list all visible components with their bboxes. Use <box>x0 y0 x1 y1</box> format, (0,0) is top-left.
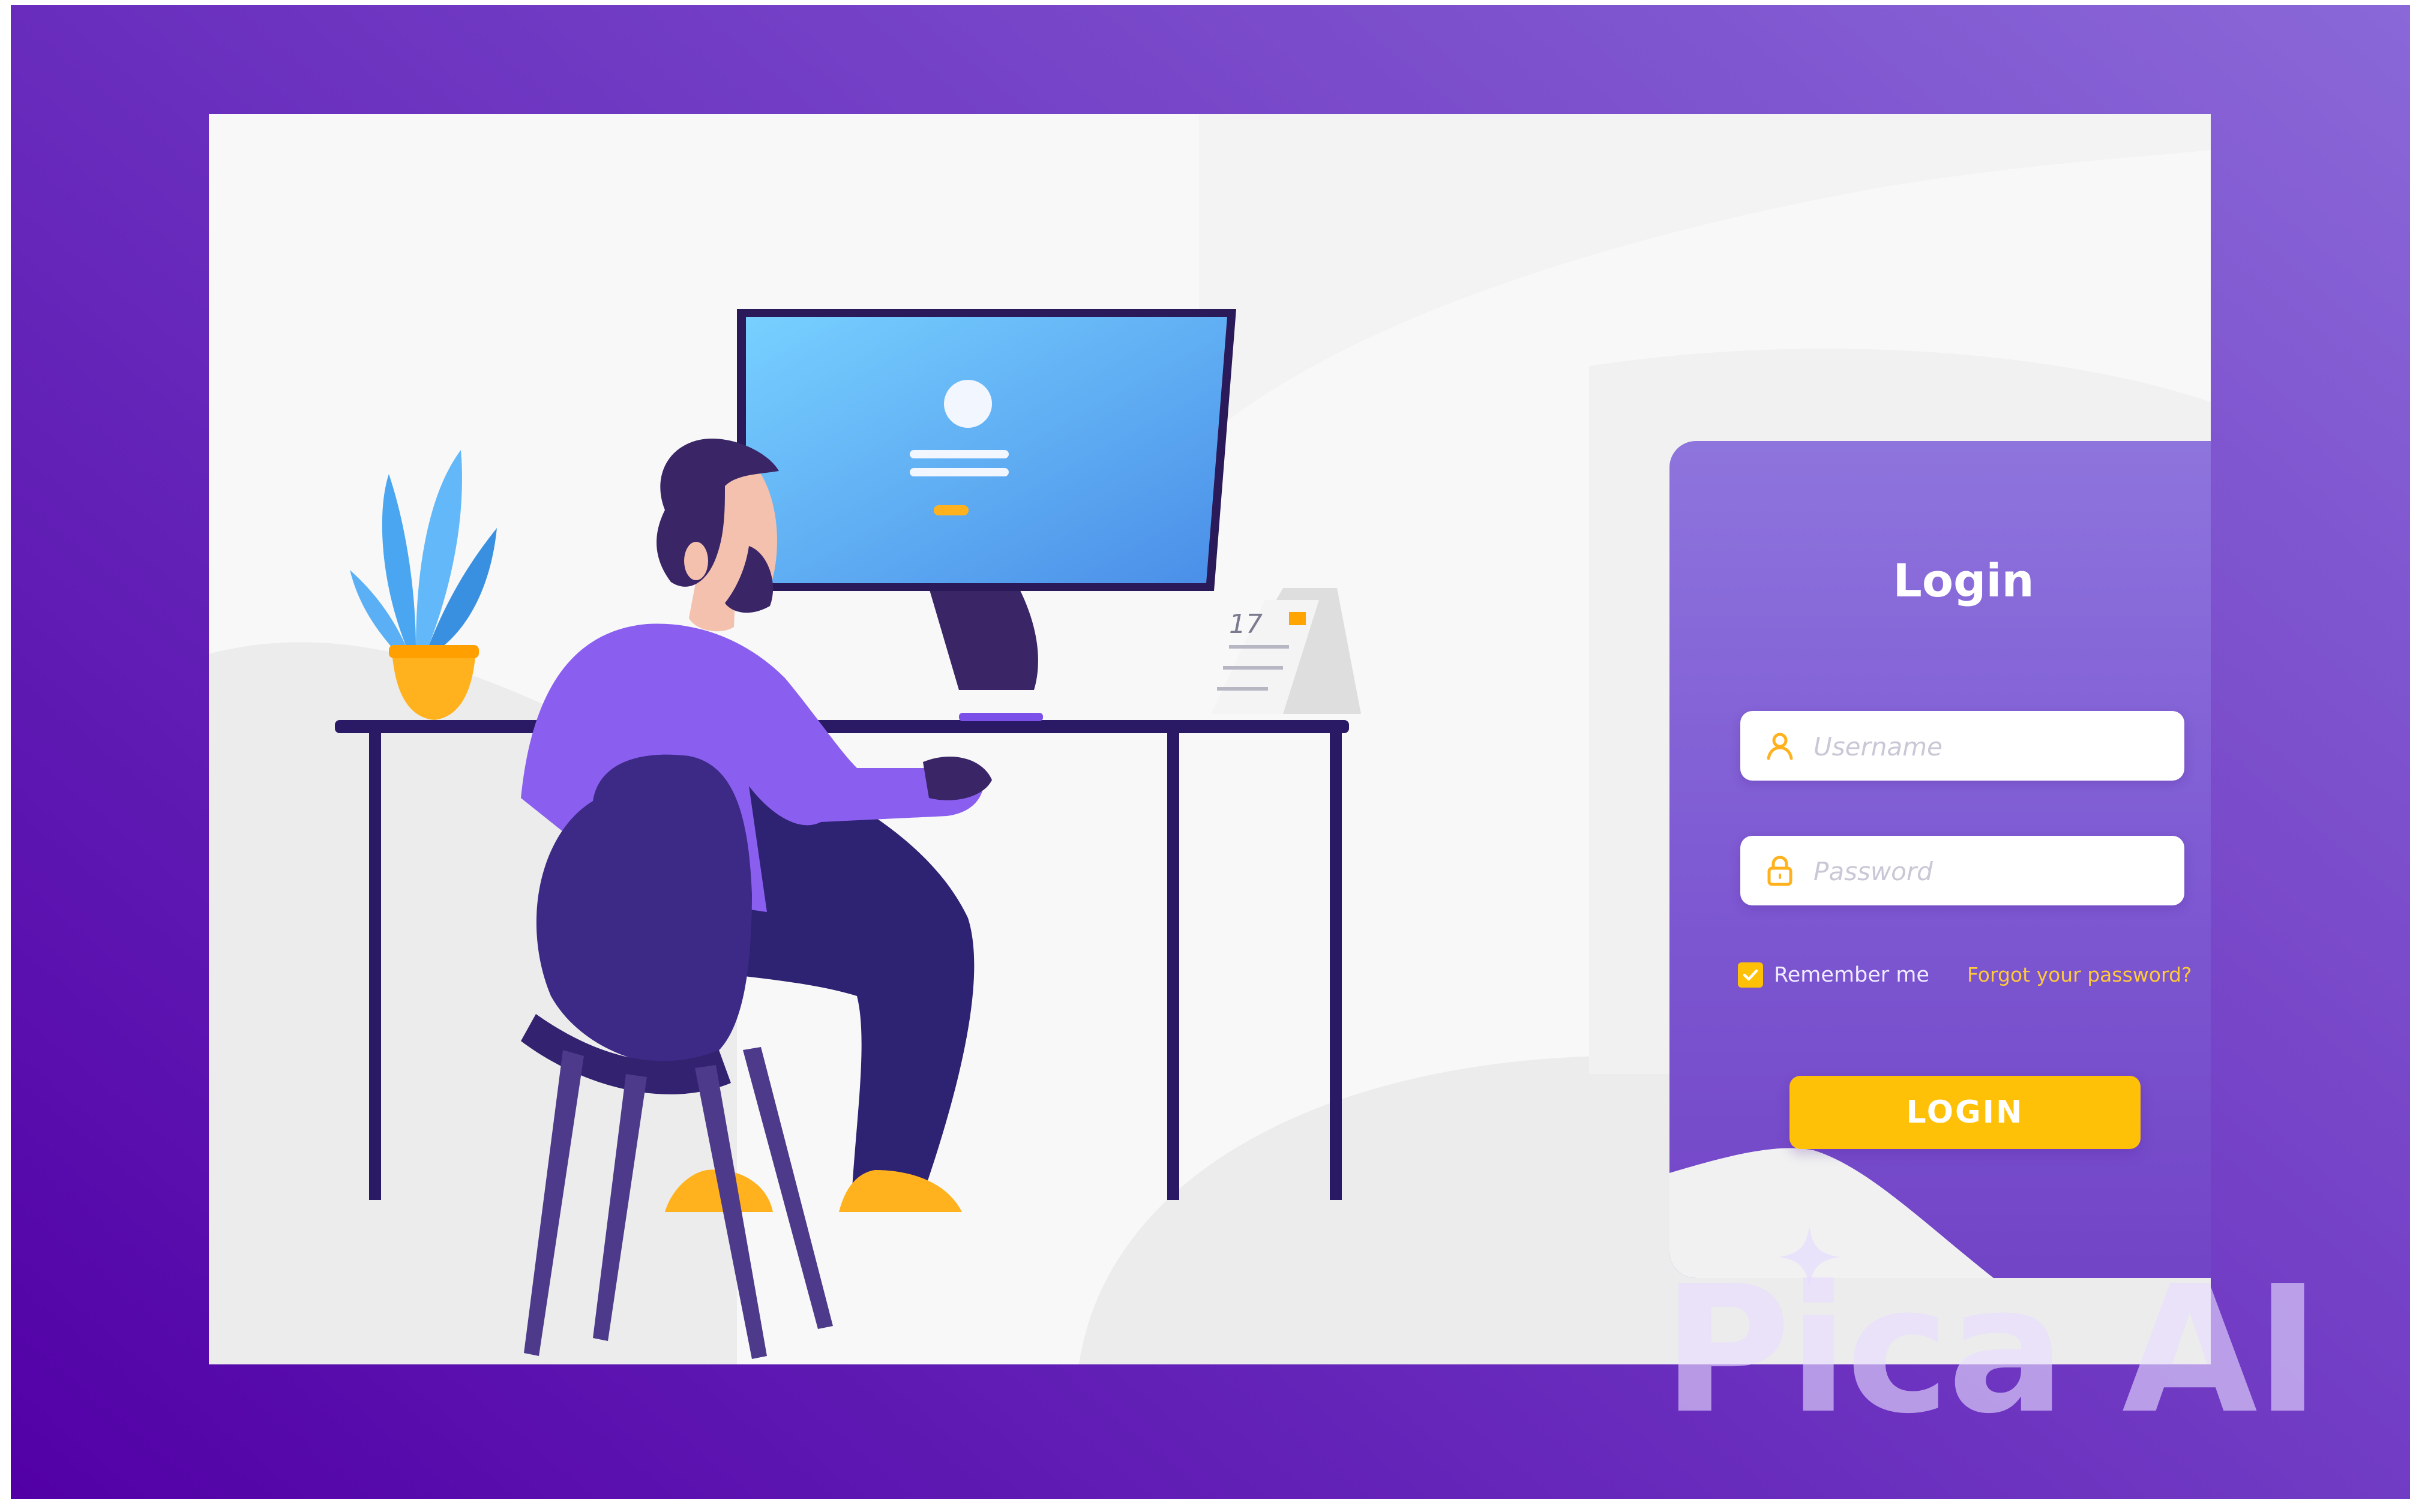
remember-label: Remember me <box>1774 963 1929 987</box>
login-canvas: 17 Login Username Remember me Forgot you… <box>209 114 2211 1364</box>
username-field[interactable] <box>1740 711 2184 782</box>
login-title: Login <box>1893 554 2034 607</box>
svg-text:17: 17 <box>1229 609 1263 640</box>
plant <box>350 450 497 720</box>
password-field[interactable] <box>1740 836 2184 907</box>
watermark: Pica AI <box>1662 1226 2382 1452</box>
check-icon <box>1743 969 1758 981</box>
user-icon <box>1767 733 1793 760</box>
password-input[interactable] <box>1812 836 2175 907</box>
forgot-password-link[interactable]: Forgot your password? <box>1967 963 2192 986</box>
username-input[interactable] <box>1812 711 2175 782</box>
desk-illustration: 17 <box>335 309 1361 1359</box>
desk-calendar: 17 <box>1211 588 1361 714</box>
monitor <box>737 309 1236 690</box>
login-button[interactable]: LOGIN <box>1789 1076 2141 1149</box>
watermark-text: Pica AI <box>1662 1248 2321 1452</box>
remember-me[interactable]: Remember me <box>1738 961 1929 989</box>
remember-checkbox[interactable] <box>1738 962 1763 988</box>
login-card: Login Username Remember me Forgot your p… <box>1669 441 2211 1278</box>
lock-icon <box>1767 856 1792 886</box>
